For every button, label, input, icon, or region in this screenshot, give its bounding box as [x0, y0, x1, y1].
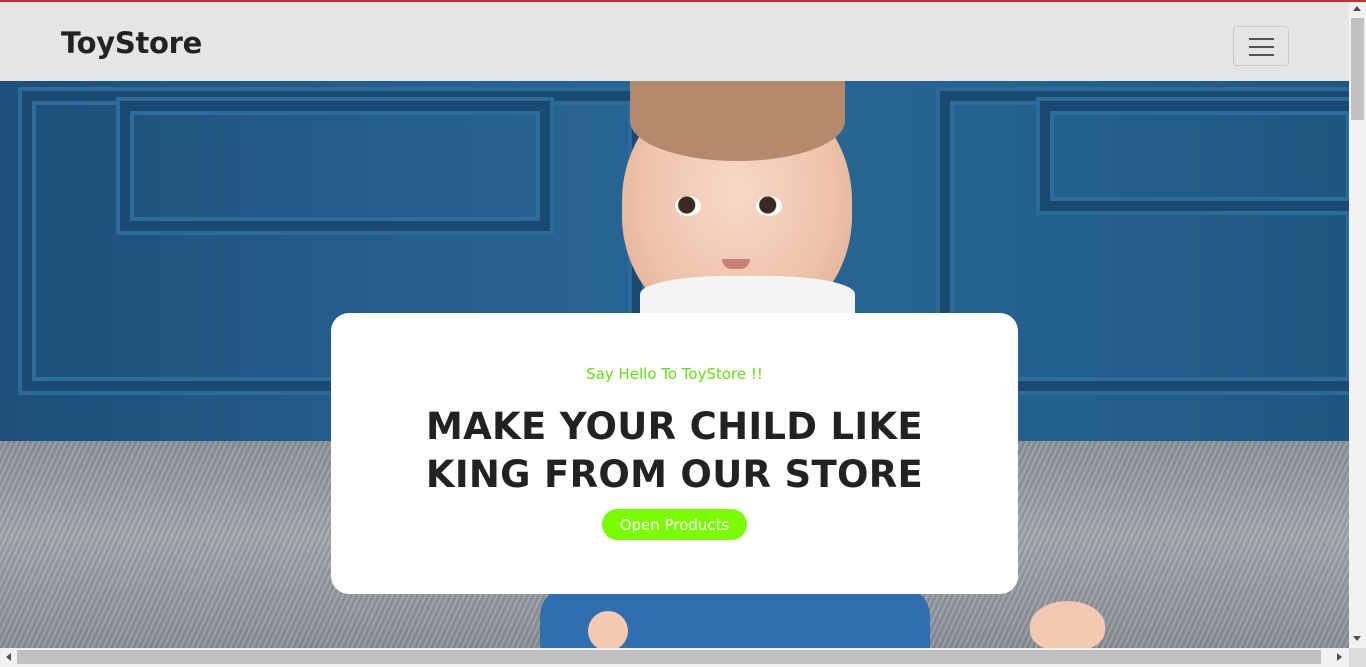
scroll-left-arrow-icon[interactable]	[6, 653, 11, 661]
baby-foot	[1030, 601, 1105, 648]
brand-logo[interactable]: ToyStore	[61, 26, 202, 60]
open-products-button[interactable]: Open Products	[602, 509, 747, 540]
hamburger-menu-icon-bar	[1249, 46, 1274, 48]
hamburger-menu-icon	[1249, 38, 1274, 40]
hero-headline: MAKE YOUR CHILD LIKE KING FROM OUR STORE	[425, 405, 924, 496]
menu-toggle-button[interactable]	[1233, 26, 1289, 66]
vertical-scrollbar-thumb[interactable]	[1351, 18, 1364, 120]
navbar: ToyStore	[0, 2, 1349, 81]
hamburger-menu-icon-bar	[1249, 54, 1274, 56]
hero-card: Say Hello To ToyStore !! MAKE YOUR CHILD…	[331, 313, 1018, 594]
baby-hair	[630, 81, 845, 161]
hero-wall-panel	[1040, 101, 1349, 211]
hero-tagline: Say Hello To ToyStore !!	[586, 365, 763, 383]
baby-eye	[756, 196, 782, 216]
scroll-up-arrow-icon[interactable]	[1353, 6, 1361, 11]
scrollbar-corner	[1349, 648, 1366, 667]
hero-section: Say Hello To ToyStore !! MAKE YOUR CHILD…	[0, 81, 1349, 648]
baby-eye	[675, 196, 701, 216]
horizontal-scrollbar-thumb[interactable]	[17, 650, 1321, 664]
baby-foot	[588, 611, 628, 648]
scroll-down-arrow-icon[interactable]	[1353, 636, 1361, 641]
hero-wall-panel	[120, 101, 550, 231]
scroll-right-arrow-icon[interactable]	[1337, 653, 1342, 661]
